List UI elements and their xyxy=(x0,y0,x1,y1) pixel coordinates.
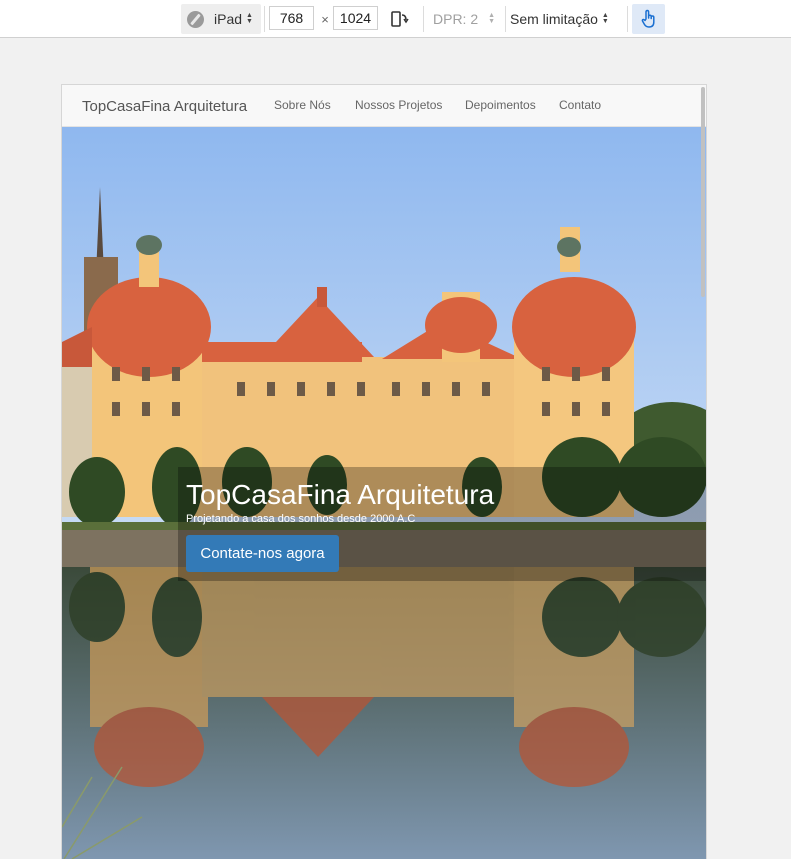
width-input[interactable]: 768 xyxy=(269,6,314,30)
toolbar-divider xyxy=(264,6,265,32)
contact-button[interactable]: Contate-nos agora xyxy=(186,535,339,572)
toolbar-divider xyxy=(627,6,628,32)
toolbar-divider xyxy=(423,6,424,32)
nav-link-depoimentos[interactable]: Depoimentos xyxy=(465,98,536,112)
device-toolbar: iPad ▲ ▼ 768 × 1024 DPR: 2 ▲ ▼ Sem limitaç… xyxy=(0,0,791,38)
height-input[interactable]: 1024 xyxy=(333,6,378,30)
hero-title: TopCasaFina Arquitetura xyxy=(186,479,495,510)
site-navbar: TopCasaFina Arquitetura Sobre Nós Nossos… xyxy=(62,85,706,127)
toolbar-divider xyxy=(505,6,506,32)
throttle-select[interactable]: Sem limitação ▲ ▼ xyxy=(510,4,625,34)
nav-link-sobre[interactable]: Sobre Nós xyxy=(274,98,331,112)
rotate-icon xyxy=(391,11,409,27)
device-viewport: TopCasaFina Arquitetura Sobre Nós Nossos… xyxy=(62,85,706,859)
throttle-label: Sem limitação xyxy=(510,11,598,27)
select-arrows-icon: ▲ ▼ xyxy=(246,12,253,25)
device-select[interactable]: iPad ▲ ▼ xyxy=(181,4,261,34)
select-arrows-icon: ▲ ▼ xyxy=(488,12,496,25)
touch-hand-icon xyxy=(641,9,655,28)
dimension-separator: × xyxy=(321,11,329,27)
select-arrows-icon: ▲ ▼ xyxy=(601,12,609,25)
touch-toggle-button[interactable] xyxy=(632,4,665,34)
nav-link-contato[interactable]: Contato xyxy=(559,98,601,112)
navbar-brand[interactable]: TopCasaFina Arquitetura xyxy=(82,98,247,115)
dpr-select[interactable]: DPR: 2 ▲ ▼ xyxy=(433,4,503,34)
device-label: iPad xyxy=(214,11,243,27)
hero-subtitle: Projetando a casa dos sonhos desde 2000 … xyxy=(186,513,416,525)
dpr-label: DPR: 2 xyxy=(433,11,479,27)
rotate-button[interactable] xyxy=(388,4,410,34)
viewport-scrollbar[interactable] xyxy=(701,87,705,297)
compass-icon xyxy=(187,10,204,28)
hero-section: TopCasaFina Arquitetura Projetando a cas… xyxy=(62,127,706,859)
nav-link-projetos[interactable]: Nossos Projetos xyxy=(355,98,442,112)
